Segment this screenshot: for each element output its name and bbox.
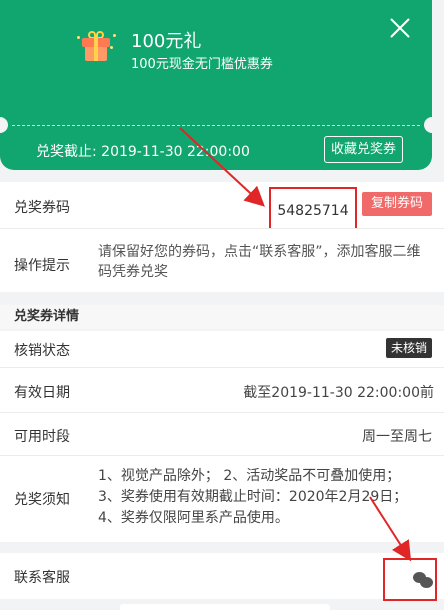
section-title: 兑奖券详情 bbox=[0, 305, 444, 329]
operation-tip-row: 操作提示 请保留好您的券码，点击“联系客服”，添加客服二维码凭券兑奖 bbox=[0, 229, 444, 292]
contact-service-label: 联系客服 bbox=[14, 570, 70, 586]
contact-service-row[interactable]: 联系客服 bbox=[0, 553, 444, 601]
redeem-notice-label: 兑奖须知 bbox=[14, 492, 70, 508]
redeem-notice-list: 1、视觉产品除外； 2、活动奖品不可叠加使用； 3、奖券使用有效期截止时间：20… bbox=[98, 466, 438, 529]
sparkle-icon bbox=[77, 36, 80, 39]
coupon-code-row: 兑奖券码 54825714 复制券码 bbox=[0, 182, 444, 236]
available-time-row: 可用时段 周一至周七 bbox=[0, 413, 444, 455]
copy-code-button[interactable]: 复制券码 bbox=[362, 192, 432, 216]
coupon-notch-left bbox=[0, 117, 8, 133]
status-label: 核销状态 bbox=[14, 343, 70, 359]
sparkle-icon bbox=[113, 34, 116, 37]
available-time-value: 周一至周七 bbox=[362, 429, 432, 445]
operation-tip-label: 操作提示 bbox=[14, 258, 70, 274]
valid-date-label: 有效日期 bbox=[14, 385, 70, 401]
status-badge: 未核销 bbox=[385, 338, 432, 358]
status-row: 核销状态 未核销 bbox=[0, 331, 444, 367]
coupon-card: 100元礼 100元现金无门槛优惠券 兑奖截止: 2019-11-30 22:0… bbox=[0, 0, 432, 170]
gift-icon bbox=[82, 31, 110, 61]
wechat-button[interactable] bbox=[383, 558, 437, 601]
operation-tip-text: 请保留好您的券码，点击“联系客服”，添加客服二维码凭券兑奖 bbox=[98, 244, 421, 280]
wechat-icon bbox=[413, 572, 435, 590]
valid-date-value: 截至2019-11-30 22:00:00前 bbox=[243, 385, 434, 401]
notice-line: 1、视觉产品除外； 2、活动奖品不可叠加使用； bbox=[98, 468, 401, 484]
sparkle-icon bbox=[110, 46, 113, 49]
coupon-code-label: 兑奖券码 bbox=[14, 200, 70, 216]
coupon-subtitle: 100元现金无门槛优惠券 bbox=[131, 57, 273, 72]
valid-date-row: 有效日期 截至2019-11-30 22:00:00前 bbox=[0, 368, 444, 412]
bottom-bar bbox=[120, 604, 330, 610]
favorite-coupon-button[interactable]: 收藏兑奖券 bbox=[324, 136, 404, 163]
redeem-notice-row: 兑奖须知 1、视觉产品除外； 2、活动奖品不可叠加使用； 3、奖券使用有效期截止… bbox=[0, 456, 444, 542]
coupon-notch-right bbox=[424, 117, 432, 133]
notice-line: 3、奖券使用有效期截止时间：2020年2月29日； bbox=[98, 489, 408, 505]
coupon-divider bbox=[12, 125, 420, 126]
coupon-deadline: 兑奖截止: 2019-11-30 22:00:00 bbox=[36, 144, 250, 160]
available-time-label: 可用时段 bbox=[14, 429, 70, 445]
close-icon[interactable] bbox=[388, 16, 412, 40]
coupon-title: 100元礼 bbox=[131, 31, 202, 52]
notice-line: 4、奖券仅限阿里系产品使用。 bbox=[98, 510, 289, 526]
